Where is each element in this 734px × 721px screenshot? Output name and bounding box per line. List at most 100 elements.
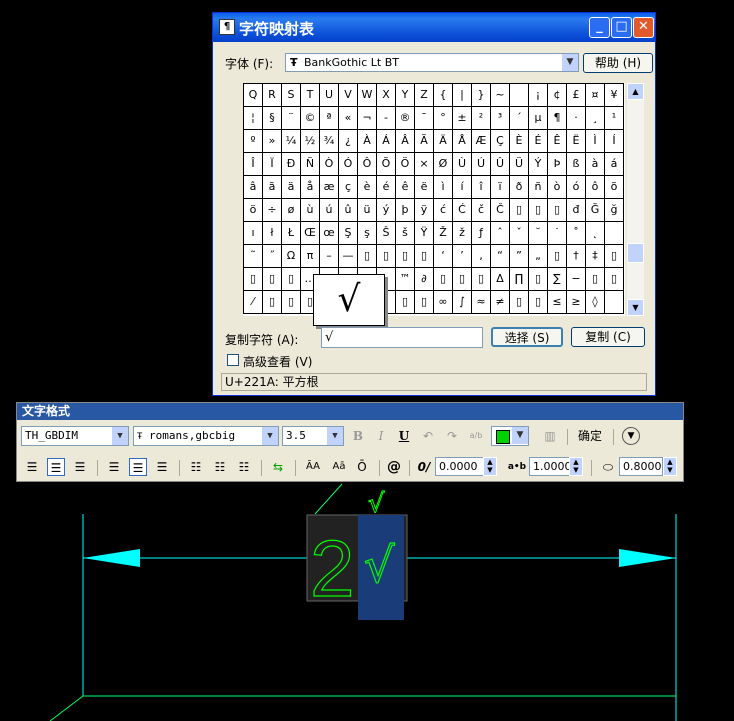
grid-cell[interactable]: ò [547, 175, 567, 199]
grid-cell[interactable]: — [338, 244, 358, 268]
grid-cell[interactable]: ▯ [433, 267, 453, 291]
grid-cell[interactable]: × [414, 152, 434, 176]
help-button[interactable]: 帮助 (H) [583, 53, 653, 73]
grid-cell[interactable]: ▯ [262, 267, 282, 291]
grid-cell[interactable]: ° [433, 106, 453, 130]
grid-cell[interactable]: » [262, 129, 282, 153]
grid-cell[interactable]: ▯ [376, 244, 396, 268]
grid-cell[interactable]: ´ [509, 106, 529, 130]
title-bar[interactable]: ¶ 字符映射表 _ □ ✕ [213, 13, 655, 42]
grid-cell[interactable]: ▯ [509, 290, 529, 314]
grid-cell[interactable]: ¾ [319, 129, 339, 153]
grid-cell[interactable]: ” [509, 244, 529, 268]
grid-cell[interactable]: ˜ [243, 244, 263, 268]
grid-cell[interactable]: ˇ [509, 221, 529, 245]
select-button[interactable]: 选择 (S) [491, 327, 563, 347]
grid-cell[interactable]: ~ [490, 83, 510, 107]
insert-field-icon[interactable]: ⇆ [269, 458, 287, 476]
grid-cell[interactable]: ▯ [414, 290, 434, 314]
grid-cell[interactable]: ˛ [585, 221, 605, 245]
grid-cell[interactable]: ö [243, 198, 263, 222]
text-height-dropdown[interactable]: 3.5 ▼ [282, 426, 344, 446]
grid-cell[interactable]: Š [376, 221, 396, 245]
grid-cell[interactable]: ▯ [243, 267, 263, 291]
grid-cell[interactable]: ñ [528, 175, 548, 199]
grid-cell[interactable]: « [338, 106, 358, 130]
grid-cell[interactable]: ▯ [528, 198, 548, 222]
grid-cell[interactable]: É [528, 129, 548, 153]
width-factor-spinner[interactable]: ▲ ▼ [663, 457, 677, 476]
grid-cell[interactable]: ▯ [281, 267, 301, 291]
redo-icon[interactable]: ↷ [443, 427, 461, 445]
grid-cell[interactable]: ▯ [471, 267, 491, 291]
grid-cell[interactable]: ² [471, 106, 491, 130]
grid-cell[interactable]: é [376, 175, 396, 199]
grid-cell[interactable]: Ó [338, 152, 358, 176]
lettered-list-icon[interactable]: ☷ [235, 458, 253, 476]
grid-cell[interactable]: £ [566, 83, 586, 107]
grid-cell[interactable]: ä [281, 175, 301, 199]
character-grid[interactable]: Q R S T U V W X Y Z{|} ~ ¡ ¢ £ ¤ ¥ ¦ § ¨ © ª «¬ - ® ¯ ° ± ² ³ ´ µ ¶ · ¸ ¹ º… [243, 83, 625, 316]
grid-cell[interactable]: œ [319, 221, 339, 245]
grid-cell[interactable]: Č [490, 198, 510, 222]
grid-cell[interactable]: ç [338, 175, 358, 199]
grid-cell[interactable]: ‚ [471, 244, 491, 268]
text-style-dropdown[interactable]: TH_GBDIM ▼ [21, 426, 129, 446]
italic-button[interactable]: I [372, 427, 390, 445]
grid-cell[interactable]: ≤ [547, 290, 567, 314]
oblique-spinner[interactable]: ▲ ▼ [483, 457, 497, 476]
grid-cell[interactable]: á [604, 152, 624, 176]
advanced-view-checkbox[interactable] [227, 354, 239, 366]
grid-cell[interactable]: ’ [452, 244, 472, 268]
chevron-down-icon[interactable]: ▼ [511, 427, 528, 444]
grid-cell[interactable]: ¨ [281, 106, 301, 130]
grid-scrollbar[interactable]: ▲ ▼ [627, 83, 644, 316]
grid-cell[interactable]: Î [243, 152, 263, 176]
grid-cell[interactable]: ¤ [585, 83, 605, 107]
grid-cell[interactable]: ® [395, 106, 415, 130]
font-dropdown-toolbar[interactable]: Ŧ romans,gbcbig ▼ [133, 426, 279, 446]
grid-cell[interactable]: ⁄ [243, 290, 263, 314]
grid-cell[interactable]: Ş [338, 221, 358, 245]
grid-cell[interactable]: ▯ [414, 244, 434, 268]
oblique-angle-input[interactable]: 0.0000 [435, 457, 485, 476]
grid-cell[interactable]: ▯ [395, 290, 415, 314]
grid-cell[interactable]: ¶ [547, 106, 567, 130]
grid-cell[interactable]: î [471, 175, 491, 199]
grid-cell[interactable]: Æ [471, 129, 491, 153]
grid-cell[interactable]: ü [357, 198, 377, 222]
grid-cell[interactable]: Ð [281, 152, 301, 176]
grid-cell[interactable]: ∂ [414, 267, 434, 291]
grid-cell[interactable]: ▯ [604, 267, 624, 291]
grid-cell[interactable]: U [319, 83, 339, 107]
grid-cell[interactable]: ì [433, 175, 453, 199]
grid-cell[interactable] [604, 290, 624, 314]
grid-cell[interactable]: è [357, 175, 377, 199]
grid-cell[interactable]: þ [395, 198, 415, 222]
grid-cell[interactable]: µ [528, 106, 548, 130]
grid-cell[interactable]: ▯ [509, 198, 529, 222]
grid-cell[interactable]: Ž [433, 221, 453, 245]
grid-cell[interactable]: ˙ [547, 221, 567, 245]
grid-cell[interactable]: ¥ [604, 83, 624, 107]
grid-cell[interactable]: ˚ [566, 221, 586, 245]
grid-cell[interactable]: ğ [604, 198, 624, 222]
chevron-down-icon[interactable]: ▼ [261, 427, 278, 445]
grid-cell[interactable] [509, 83, 529, 107]
align-center-icon[interactable]: ☰ [47, 458, 65, 476]
copy-characters-input[interactable]: √ [321, 327, 483, 348]
grid-cell[interactable]: º [243, 129, 263, 153]
grid-cell[interactable]: ¬ [357, 106, 377, 130]
grid-cell[interactable]: ø [281, 198, 301, 222]
grid-cell[interactable]: Z [414, 83, 434, 107]
grid-cell[interactable]: X [376, 83, 396, 107]
symbol-button[interactable]: @ [385, 458, 403, 476]
grid-cell[interactable]: Ù [452, 152, 472, 176]
grid-cell[interactable]: “ [490, 244, 510, 268]
grid-cell[interactable]: ▯ [604, 244, 624, 268]
grid-cell[interactable]: ó [566, 175, 586, 199]
grid-cell[interactable]: Ä [433, 129, 453, 153]
grid-cell[interactable]: ‘ [433, 244, 453, 268]
chevron-down-icon[interactable]: ▼ [326, 427, 343, 445]
maximize-button[interactable]: □ [611, 17, 632, 38]
